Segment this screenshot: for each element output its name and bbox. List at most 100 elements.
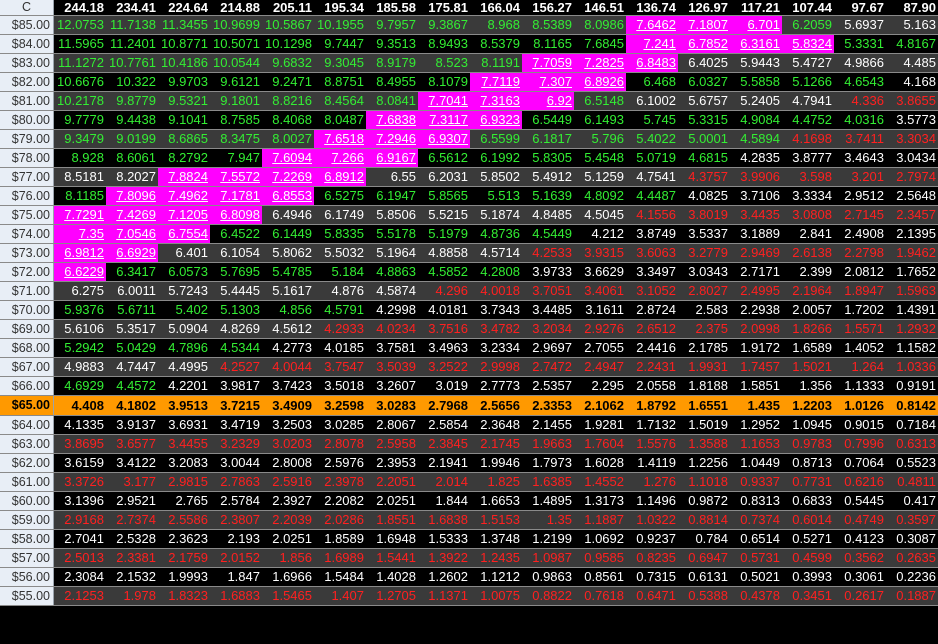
grid-cell[interactable]: 0.6216 (834, 473, 886, 491)
grid-cell[interactable]: 4.5791 (314, 301, 366, 319)
grid-cell[interactable]: 9.3867 (418, 16, 470, 34)
row-price-label[interactable]: $63.00 (0, 435, 54, 453)
grid-cell[interactable]: 5.8305 (522, 149, 574, 167)
grid-cell[interactable]: 0.8142 (886, 396, 938, 415)
grid-cell[interactable]: 9.0199 (106, 130, 158, 148)
grid-cell[interactable]: 0.8313 (730, 492, 782, 510)
grid-cell[interactable]: 4.6815 (678, 149, 730, 167)
column-header[interactable]: 185.58 (366, 0, 418, 15)
grid-cell[interactable]: 1.7604 (574, 435, 626, 453)
grid-cell[interactable]: 8.968 (470, 16, 522, 34)
grid-cell[interactable]: 3.9137 (106, 416, 158, 434)
grid-cell[interactable]: 4.168 (886, 73, 938, 91)
grid-cell[interactable]: 0.9015 (834, 416, 886, 434)
grid-cell[interactable]: 5.8502 (470, 168, 522, 186)
row-price-label[interactable]: $78.00 (0, 149, 54, 167)
grid-cell[interactable]: 8.0027 (262, 130, 314, 148)
grid-cell[interactable]: 5.4548 (574, 149, 626, 167)
grid-cell[interactable]: 0.5021 (730, 568, 782, 586)
grid-cell[interactable]: 4.5449 (522, 225, 574, 243)
grid-cell[interactable]: 9.9703 (158, 73, 210, 91)
highlighted-cell[interactable]: 7.2946 (366, 130, 418, 148)
grid-cell[interactable]: 8.4564 (314, 92, 366, 110)
grid-cell[interactable]: 4.856 (262, 301, 314, 319)
grid-cell[interactable]: 2.1455 (522, 416, 574, 434)
highlighted-cell[interactable]: 7.3117 (418, 111, 470, 129)
grid-cell[interactable]: 5.8062 (262, 244, 314, 262)
column-header[interactable]: 224.64 (158, 0, 210, 15)
grid-cell[interactable]: 6.0327 (678, 73, 730, 91)
grid-cell[interactable]: 4.6543 (834, 73, 886, 91)
grid-cell[interactable]: 10.5867 (262, 16, 314, 34)
grid-cell[interactable]: 0.5271 (782, 530, 834, 548)
grid-cell[interactable]: 2.1395 (886, 225, 938, 243)
grid-cell[interactable]: 10.2178 (54, 92, 106, 110)
grid-cell[interactable]: 2.7968 (418, 396, 470, 415)
grid-cell[interactable]: 4.5344 (210, 339, 262, 357)
grid-cell[interactable]: 4.212 (574, 225, 626, 243)
grid-cell[interactable]: 0.6833 (782, 492, 834, 510)
grid-cell[interactable]: 8.928 (54, 149, 106, 167)
grid-cell[interactable]: 4.4487 (626, 187, 678, 205)
grid-cell[interactable]: 3.1611 (574, 301, 626, 319)
grid-cell[interactable]: 2.4947 (574, 358, 626, 376)
row-price-label[interactable]: $64.00 (0, 416, 54, 434)
grid-cell[interactable]: 2.765 (158, 492, 210, 510)
grid-cell[interactable]: 2.7472 (522, 358, 574, 376)
grid-cell[interactable]: 2.6138 (782, 244, 834, 262)
grid-cell[interactable]: 4.0185 (314, 339, 366, 357)
grid-cell[interactable]: 10.8771 (158, 35, 210, 53)
grid-cell[interactable]: 5.9443 (730, 54, 782, 72)
grid-cell[interactable]: 0.9237 (626, 530, 678, 548)
column-header[interactable]: 244.18 (54, 0, 106, 15)
grid-cell[interactable]: 4.7447 (106, 358, 158, 376)
grid-cell[interactable]: 4.0044 (262, 358, 314, 376)
row-price-label[interactable]: $62.00 (0, 454, 54, 472)
grid-cell[interactable]: 2.5013 (54, 549, 106, 567)
grid-cell[interactable]: 8.5181 (54, 168, 106, 186)
highlighted-cell[interactable]: 7.241 (626, 35, 678, 53)
grid-cell[interactable]: 2.2431 (626, 358, 678, 376)
grid-cell[interactable]: 4.336 (834, 92, 886, 110)
grid-cell[interactable]: 1.9993 (158, 568, 210, 586)
grid-cell[interactable]: 1.7202 (834, 301, 886, 319)
grid-cell[interactable]: 2.8067 (366, 416, 418, 434)
grid-cell[interactable]: 2.3623 (158, 530, 210, 548)
grid-cell[interactable]: 5.4785 (262, 263, 314, 281)
grid-cell[interactable]: 2.1253 (54, 587, 106, 605)
highlighted-cell[interactable]: 6.8912 (314, 168, 366, 186)
grid-cell[interactable]: 2.9168 (54, 511, 106, 529)
grid-cell[interactable]: 1.844 (418, 492, 470, 510)
grid-cell[interactable]: 2.583 (678, 301, 730, 319)
grid-cell[interactable]: 2.9697 (522, 339, 574, 357)
grid-cell[interactable]: 0.7374 (730, 511, 782, 529)
grid-cell[interactable]: 1.5851 (730, 377, 782, 395)
grid-cell[interactable]: 2.1062 (574, 396, 626, 415)
grid-cell[interactable]: 1.5571 (834, 320, 886, 338)
grid-cell[interactable]: 3.4719 (210, 416, 262, 434)
grid-cell[interactable]: 5.0429 (106, 339, 158, 357)
grid-cell[interactable]: 3.9906 (730, 168, 782, 186)
column-header[interactable]: 87.90 (886, 0, 938, 15)
highlighted-cell[interactable]: 7.2269 (262, 168, 314, 186)
grid-cell[interactable]: 8.9493 (418, 35, 470, 53)
grid-cell[interactable]: 5.0001 (678, 130, 730, 148)
highlighted-cell[interactable]: 7.8096 (106, 187, 158, 205)
grid-cell[interactable]: 10.1298 (262, 35, 314, 53)
grid-cell[interactable]: 4.6929 (54, 377, 106, 395)
highlighted-cell[interactable]: 7.1205 (158, 206, 210, 224)
row-price-label[interactable]: $65.00 (0, 396, 54, 415)
grid-cell[interactable]: 0.9191 (886, 377, 938, 395)
grid-cell[interactable]: 11.2401 (106, 35, 158, 53)
grid-cell[interactable]: 1.4552 (574, 473, 626, 491)
grid-cell[interactable]: 1.1582 (886, 339, 938, 357)
highlighted-cell[interactable]: 6.8098 (210, 206, 262, 224)
grid-cell[interactable]: 1.9663 (522, 435, 574, 453)
grid-cell[interactable]: 2.3927 (262, 492, 314, 510)
grid-cell[interactable]: 2.5854 (418, 416, 470, 434)
grid-cell[interactable]: 9.3045 (314, 54, 366, 72)
grid-cell[interactable]: 6.5275 (314, 187, 366, 205)
row-price-label[interactable]: $77.00 (0, 168, 54, 186)
grid-cell[interactable]: 3.7215 (210, 396, 262, 415)
grid-cell[interactable]: 1.847 (210, 568, 262, 586)
